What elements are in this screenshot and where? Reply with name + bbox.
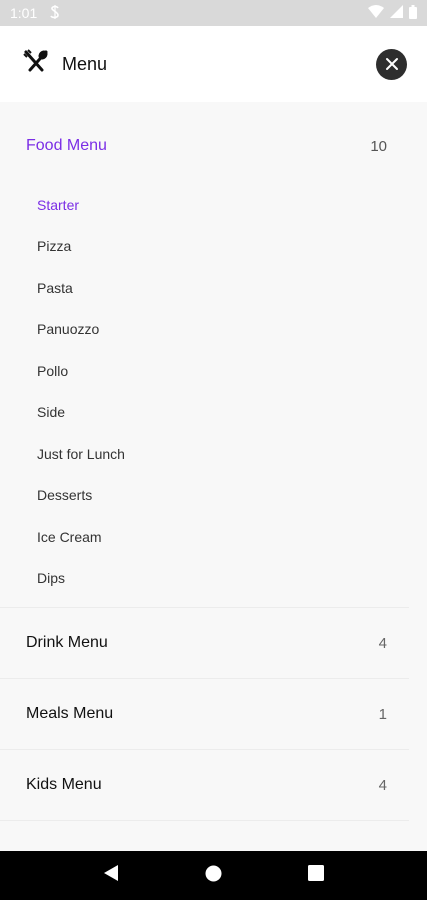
list-item[interactable]: Just for Lunch: [0, 433, 409, 475]
status-bar: 1:01: [0, 0, 427, 26]
list-item[interactable]: Dips: [0, 558, 409, 600]
category-header-meals-menu[interactable]: Meals Menu 1: [0, 679, 409, 749]
close-button[interactable]: [376, 48, 407, 80]
recents-button[interactable]: [308, 865, 324, 886]
battery-icon: [409, 4, 417, 22]
fork-spoon-icon: [22, 48, 50, 81]
category-label: Kids Menu: [26, 776, 102, 793]
system-nav-bar: [0, 851, 427, 900]
category-label: Drink Menu: [26, 634, 108, 651]
food-menu-items: Starter Pizza Pasta Panuozzo Pollo Side …: [0, 184, 409, 607]
category-count: 10: [370, 137, 387, 155]
menu-content: Food Menu 10 Starter Pizza Pasta Panuozz…: [0, 102, 427, 851]
category-meals-menu: Meals Menu 1: [0, 679, 409, 750]
menu-header: Menu: [0, 26, 427, 102]
category-label: Meals Menu: [26, 705, 114, 722]
category-header-drink-menu[interactable]: Drink Menu 4: [0, 608, 409, 678]
list-item[interactable]: Pizza: [0, 226, 409, 268]
list-item[interactable]: Side: [0, 392, 409, 434]
wifi-icon: [368, 5, 384, 21]
notification-s-icon: [49, 4, 61, 22]
close-icon: [385, 58, 398, 70]
category-count: 4: [378, 634, 387, 652]
signal-icon: [390, 5, 403, 21]
home-button[interactable]: [205, 865, 222, 887]
back-button[interactable]: [103, 864, 119, 887]
category-food-menu: Food Menu 10 Starter Pizza Pasta Panuozz…: [0, 102, 409, 608]
recents-icon: [308, 865, 324, 881]
list-item[interactable]: Ice Cream: [0, 516, 409, 558]
page-title: Menu: [62, 53, 108, 74]
list-item[interactable]: Pasta: [0, 267, 409, 309]
home-icon: [205, 865, 222, 881]
back-icon: [104, 865, 118, 881]
category-header-food-menu[interactable]: Food Menu 10: [0, 102, 409, 184]
category-drink-menu: Drink Menu 4: [0, 608, 409, 679]
category-label: Food Menu: [26, 137, 107, 154]
category-kids-menu: Kids Menu 4: [0, 750, 409, 821]
list-item[interactable]: Desserts: [0, 475, 409, 517]
list-item[interactable]: Pollo: [0, 350, 409, 392]
list-item[interactable]: Starter: [0, 184, 409, 226]
status-time: 1:01: [10, 5, 38, 21]
category-count: 1: [378, 705, 387, 723]
category-header-kids-menu[interactable]: Kids Menu 4: [0, 750, 409, 820]
list-item[interactable]: Panuozzo: [0, 309, 409, 351]
category-count: 4: [378, 776, 387, 794]
